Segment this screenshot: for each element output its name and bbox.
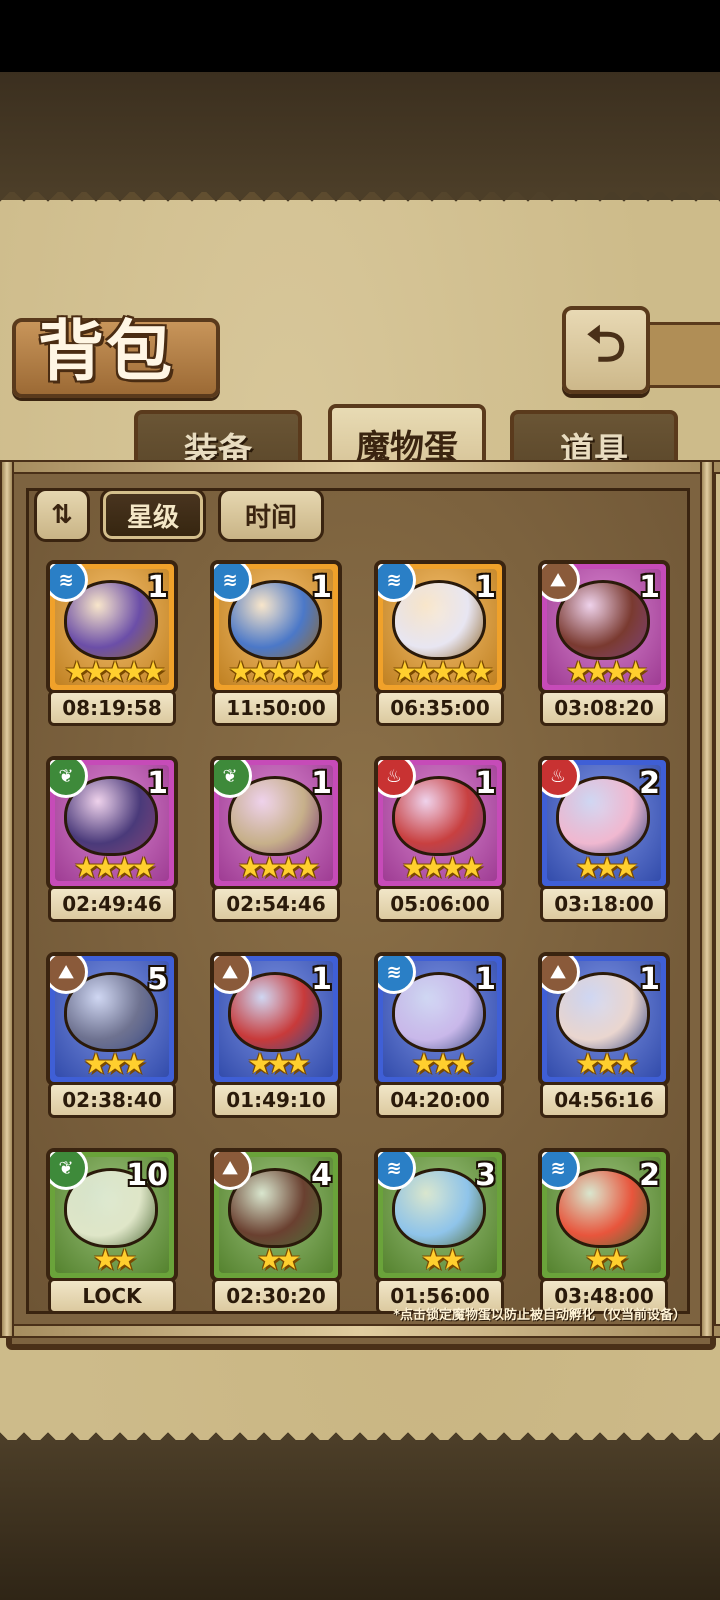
egg-slot[interactable]: ⛰ 4 ★★ 02:30:20: [210, 1148, 342, 1314]
egg-count: 5: [147, 962, 168, 997]
egg-card[interactable]: ❦ 1 ★★★★: [210, 756, 342, 890]
egg-slot[interactable]: ≋ 1 ★★★★★ 06:35:00: [374, 560, 506, 726]
egg-count: 1: [475, 570, 496, 605]
torn-edge-top: [0, 190, 720, 214]
hatch-timer: 03:18:00: [540, 886, 668, 922]
egg-card[interactable]: ≋ 2 ★★: [538, 1148, 670, 1282]
egg-slot[interactable]: ❦ 10 ★★ LOCK: [46, 1148, 178, 1314]
egg-card[interactable]: ❦ 1 ★★★★: [46, 756, 178, 890]
egg-count: 1: [311, 570, 332, 605]
egg-slot[interactable]: ⛰ 5 ★★★ 02:38:40: [46, 952, 178, 1118]
egg-card[interactable]: ♨ 2 ★★★: [538, 756, 670, 890]
egg-card[interactable]: ≋ 1 ★★★★★: [374, 560, 506, 694]
sort-by-time-button[interactable]: 时间: [218, 488, 324, 542]
egg-slot[interactable]: ≋ 1 ★★★ 04:20:00: [374, 952, 506, 1118]
star-rating: ★★★★: [401, 851, 484, 884]
egg-slot[interactable]: ♨ 1 ★★★★ 05:06:00: [374, 756, 506, 922]
egg-card[interactable]: ❦ 10 ★★: [46, 1148, 178, 1282]
egg-slot[interactable]: ⛰ 1 ★★★ 04:56:16: [538, 952, 670, 1118]
egg-count: 1: [311, 766, 332, 801]
egg-count: 2: [639, 1158, 660, 1193]
star-rating: ★★★★★: [392, 655, 494, 688]
bottom-map-band: [0, 1440, 720, 1600]
egg-count: 1: [311, 962, 332, 997]
hatch-timer: 11:50:00: [212, 690, 340, 726]
hatch-timer: 04:20:00: [376, 1082, 504, 1118]
star-rating: ★★★★★: [64, 655, 166, 688]
page-title: 背包: [38, 313, 174, 390]
back-arrow-icon: ⮌: [585, 314, 627, 373]
star-rating: ★★★: [575, 851, 638, 884]
star-rating: ★★★★: [565, 655, 648, 688]
hatch-timer: 02:54:46: [212, 886, 340, 922]
star-rating: ★★: [92, 1243, 137, 1276]
hatch-timer: 01:49:10: [212, 1082, 340, 1118]
star-rating: ★★: [420, 1243, 465, 1276]
star-rating: ★★★★: [73, 851, 156, 884]
star-rating: ★★★: [83, 1047, 146, 1080]
star-rating: ★★★: [247, 1047, 310, 1080]
filter-label: 时间: [244, 502, 297, 533]
egg-count: 10: [126, 1158, 168, 1193]
hatch-timer: 03:08:20: [540, 690, 668, 726]
egg-count: 2: [639, 766, 660, 801]
hatch-timer: 02:30:20: [212, 1278, 340, 1314]
egg-slot[interactable]: ❦ 1 ★★★★ 02:49:46: [46, 756, 178, 922]
egg-slot[interactable]: ≋ 1 ★★★★★ 08:19:58: [46, 560, 178, 726]
back-button[interactable]: ⮌: [562, 306, 650, 394]
egg-card[interactable]: ≋ 1 ★★★★★: [210, 560, 342, 694]
panel-rail-bottom: [0, 1324, 720, 1338]
hatch-timer: 08:19:58: [48, 690, 176, 726]
egg-slot[interactable]: ⛰ 1 ★★★★ 03:08:20: [538, 560, 670, 726]
status-bar: [0, 0, 720, 72]
egg-count: 1: [475, 962, 496, 997]
panel-rail-top: [0, 460, 720, 474]
egg-card[interactable]: ⛰ 4 ★★: [210, 1148, 342, 1282]
sort-order-toggle[interactable]: ⇅: [34, 488, 90, 542]
star-rating: ★★★: [411, 1047, 474, 1080]
hatch-timer: 02:38:40: [48, 1082, 176, 1118]
filter-label: 星级: [126, 502, 179, 533]
panel-rail-left: [0, 460, 14, 1338]
egg-count: 1: [147, 570, 168, 605]
star-rating: ★★★★★: [228, 655, 330, 688]
egg-count: 1: [147, 766, 168, 801]
egg-slot[interactable]: ≋ 1 ★★★★★ 11:50:00: [210, 560, 342, 726]
star-rating: ★★★: [575, 1047, 638, 1080]
sort-toggle-icon: ⇅: [51, 500, 73, 530]
egg-count: 4: [311, 1158, 332, 1193]
star-rating: ★★★★: [237, 851, 320, 884]
egg-count: 1: [475, 766, 496, 801]
lock-label: LOCK: [48, 1278, 176, 1314]
egg-card[interactable]: ♨ 1 ★★★★: [374, 756, 506, 890]
egg-slot[interactable]: ≋ 2 ★★ 03:48:00: [538, 1148, 670, 1314]
egg-card[interactable]: ⛰ 1 ★★★★: [538, 560, 670, 694]
egg-slot[interactable]: ≋ 3 ★★ 01:56:00: [374, 1148, 506, 1314]
star-rating: ★★: [256, 1243, 301, 1276]
hatch-timer: 02:49:46: [48, 886, 176, 922]
top-map-band: [0, 72, 720, 192]
hatch-timer: 06:35:00: [376, 690, 504, 726]
egg-card[interactable]: ⛰ 1 ★★★: [210, 952, 342, 1086]
hatch-timer: 05:06:00: [376, 886, 504, 922]
egg-card[interactable]: ≋ 1 ★★★★★: [46, 560, 178, 694]
egg-count: 1: [639, 570, 660, 605]
sort-by-star-button[interactable]: 星级: [100, 488, 206, 542]
panel-rail-right: [700, 460, 714, 1338]
egg-count: 1: [639, 962, 660, 997]
egg-card[interactable]: ≋ 1 ★★★: [374, 952, 506, 1086]
egg-count: 3: [475, 1158, 496, 1193]
egg-slot[interactable]: ⛰ 1 ★★★ 01:49:10: [210, 952, 342, 1118]
egg-card[interactable]: ⛰ 5 ★★★: [46, 952, 178, 1086]
egg-slot[interactable]: ♨ 2 ★★★ 03:18:00: [538, 756, 670, 922]
egg-slot[interactable]: ❦ 1 ★★★★ 02:54:46: [210, 756, 342, 922]
egg-card[interactable]: ≋ 3 ★★: [374, 1148, 506, 1282]
egg-card[interactable]: ⛰ 1 ★★★: [538, 952, 670, 1086]
hatch-timer: 04:56:16: [540, 1082, 668, 1118]
star-rating: ★★: [584, 1243, 629, 1276]
lock-hint-note: *点击锁定魔物蛋以防止被自动孵化（仅当前设备）: [393, 1308, 686, 1323]
